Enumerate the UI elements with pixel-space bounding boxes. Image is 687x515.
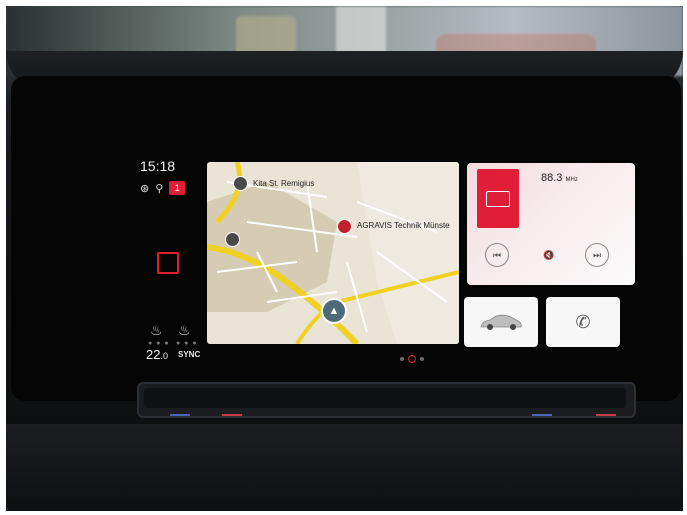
indicator-light (222, 414, 242, 416)
page-indicator[interactable] (400, 355, 424, 363)
seat-heat-right-icon[interactable]: ♨ (178, 322, 191, 339)
notification-badge[interactable]: 1 (169, 181, 186, 195)
current-position-icon: ▲ (321, 298, 347, 324)
radio-frequency: 88.3 MHz (541, 172, 578, 184)
sync-button[interactable]: SYNC (178, 350, 200, 359)
poi-icon[interactable] (225, 232, 240, 247)
seat-heat-level-left: ● ● ● (148, 340, 170, 347)
skip-next-icon[interactable]: ⏭ (585, 243, 609, 267)
skip-previous-icon[interactable]: ⏮ (485, 243, 509, 267)
speaker-mute-icon[interactable]: 🔇 (537, 243, 561, 267)
navigation-map[interactable]: Kita St. Remigius AGRAVIS Technik Münste… (207, 162, 459, 344)
poi-label: AGRAVIS Technik Münste (357, 221, 450, 230)
temperature-decimal: .0 (160, 351, 168, 361)
indicator-light (170, 414, 190, 416)
frequency-unit: MHz (565, 177, 578, 183)
poi-label: Kita St. Remigius (253, 179, 315, 188)
phone-icon[interactable]: ✆ (546, 297, 620, 347)
temperature-display[interactable]: 22.0 (146, 347, 168, 362)
poi-business-icon[interactable] (337, 219, 352, 234)
clock-time: 15:18 (140, 158, 176, 174)
temperature-slider-bar[interactable] (144, 388, 626, 408)
status-icons: ⊛ ⚲ 1 (140, 181, 186, 195)
seat-heat-left-icon[interactable]: ♨ (150, 322, 163, 339)
map-area (357, 162, 459, 344)
map-area (207, 182, 337, 312)
page-dot-active[interactable] (408, 355, 416, 363)
poi-school-icon[interactable] (233, 176, 248, 191)
radio-icon[interactable] (477, 169, 519, 228)
frequency-value: 88.3 (541, 172, 563, 184)
indicator-light (596, 414, 616, 416)
driver-assist-icon: ⚲ (155, 182, 164, 195)
page-dot[interactable] (420, 357, 424, 361)
page-dot[interactable] (400, 357, 404, 361)
temperature-whole: 22 (146, 347, 161, 362)
dashboard-lower (6, 424, 683, 511)
seat-heat-level-right: ● ● ● (176, 340, 198, 347)
home-icon[interactable] (157, 252, 179, 274)
car-icon[interactable] (464, 297, 538, 347)
gps-icon: ⊛ (140, 182, 150, 195)
car-graphic (480, 314, 522, 330)
indicator-light (532, 414, 552, 416)
background-blur (236, 16, 296, 56)
